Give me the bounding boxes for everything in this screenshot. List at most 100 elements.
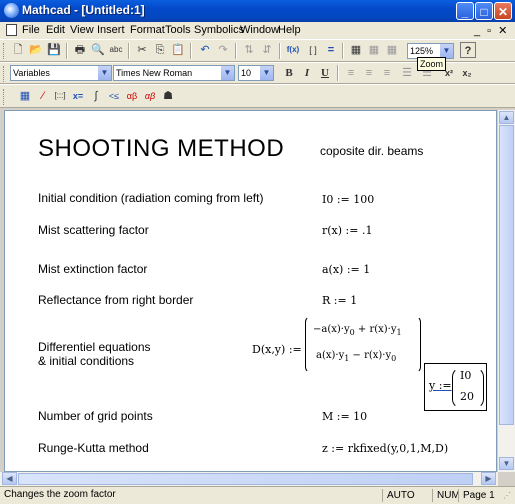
- label-differential-equations[interactable]: Differentiel equations & initial conditi…: [38, 340, 151, 368]
- math-reflectance[interactable]: R := 1: [322, 294, 357, 307]
- math-y-definition[interactable]: y :=: [429, 379, 452, 392]
- status-page: Page 1: [458, 489, 504, 502]
- align-center-icon[interactable]: ≡: [361, 65, 377, 81]
- align-across-icon[interactable]: ⇅: [241, 42, 257, 58]
- zoom-tooltip: Zoom: [417, 57, 447, 71]
- print-preview-icon[interactable]: 🔍: [90, 42, 106, 58]
- toolbar-separator: [128, 43, 130, 59]
- new-icon[interactable]: 🗋: [10, 42, 26, 58]
- worksheet-title[interactable]: SHOOTING METHOD: [38, 135, 284, 163]
- matrix-toolbar-icon[interactable]: [:::]: [52, 88, 68, 104]
- maximize-button[interactable]: □: [475, 2, 493, 20]
- menu-window[interactable]: Window: [240, 24, 279, 36]
- menu-symbolics[interactable]: Symbolics: [194, 24, 244, 36]
- undo-icon[interactable]: ↶: [197, 42, 213, 58]
- graph-toolbar-icon[interactable]: ⁄: [35, 88, 51, 104]
- label-reflectance[interactable]: Reflectance from right border: [38, 293, 193, 307]
- calculus-toolbar-icon[interactable]: ∫: [88, 88, 104, 104]
- toolbar-separator: [190, 43, 192, 59]
- horizontal-scrollbar[interactable]: ◀ ▶: [0, 472, 498, 486]
- align-down-icon[interactable]: ⇵: [259, 42, 275, 58]
- print-icon[interactable]: 🖶: [72, 42, 88, 58]
- open-icon[interactable]: 📂: [28, 42, 44, 58]
- calculate-icon[interactable]: =: [323, 42, 339, 58]
- label-grid-points[interactable]: Number of grid points: [38, 409, 153, 423]
- label-initial-condition[interactable]: Initial condition (radiation coming from…: [38, 191, 263, 205]
- worksheet-subtitle[interactable]: coposite dir. beams: [320, 144, 423, 158]
- resource-center-icon[interactable]: ▦: [366, 42, 382, 58]
- menu-help[interactable]: Help: [278, 24, 301, 36]
- y-vector-element-1[interactable]: 20: [460, 390, 474, 403]
- math-scattering[interactable]: r(x) := .1: [322, 224, 372, 237]
- worksheet[interactable]: SHOOTING METHOD coposite dir. beams Init…: [4, 110, 497, 472]
- vertical-scroll-thumb[interactable]: [499, 125, 514, 425]
- bullets-icon[interactable]: ☰: [399, 65, 415, 81]
- toolbar-grip[interactable]: [3, 43, 7, 59]
- resize-grip-icon[interactable]: ⋰: [503, 491, 513, 501]
- cut-icon[interactable]: ✂: [134, 42, 150, 58]
- italic-button[interactable]: I: [299, 65, 315, 81]
- hyperlink-icon[interactable]: ▦: [384, 42, 400, 58]
- toolbar-grip[interactable]: [3, 66, 7, 82]
- menu-file[interactable]: File: [22, 24, 40, 36]
- menu-insert[interactable]: Insert: [97, 24, 125, 36]
- evaluation-toolbar-icon[interactable]: x=: [70, 88, 86, 104]
- chevron-down-icon[interactable]: ▼: [440, 44, 453, 58]
- menu-format[interactable]: Format: [130, 24, 165, 36]
- matrix-d-row-2[interactable]: a(x)·y1 − r(x)·y0: [316, 350, 396, 363]
- font-value: Times New Roman: [116, 68, 193, 78]
- menu-edit[interactable]: Edit: [46, 24, 65, 36]
- insert-component-icon[interactable]: ▦: [348, 42, 364, 58]
- align-right-icon[interactable]: ≡: [379, 65, 395, 81]
- style-select[interactable]: Variables ▼: [10, 65, 112, 81]
- toolbar-grip[interactable]: [3, 89, 7, 105]
- scroll-up-icon[interactable]: ▲: [499, 111, 514, 124]
- align-left-icon[interactable]: ≡: [343, 65, 359, 81]
- symbolic-toolbar-icon[interactable]: ☗: [160, 88, 176, 104]
- math-extinction[interactable]: a(x) := 1: [322, 263, 370, 276]
- chevron-down-icon[interactable]: ▼: [221, 66, 234, 80]
- boolean-toolbar-icon[interactable]: <≤: [106, 88, 122, 104]
- menu-tools[interactable]: Tools: [165, 24, 191, 36]
- font-select[interactable]: Times New Roman ▼: [113, 65, 235, 81]
- menu-view[interactable]: View: [70, 24, 94, 36]
- insert-unit-icon[interactable]: [ ]: [305, 42, 321, 58]
- toolbar-separator: [342, 43, 344, 59]
- subscript-icon[interactable]: x₂: [459, 65, 475, 81]
- math-initial-condition[interactable]: I0 := 100: [322, 193, 374, 206]
- bold-button[interactable]: B: [281, 65, 297, 81]
- horizontal-scroll-thumb[interactable]: [18, 473, 473, 485]
- math-runge-kutta[interactable]: z := rkfixed(y,0,1,M,D): [322, 442, 448, 455]
- mathcad-app-icon[interactable]: [4, 3, 19, 18]
- calculator-toolbar-icon[interactable]: ▦: [17, 88, 33, 104]
- redo-icon[interactable]: ↷: [215, 42, 231, 58]
- help-icon[interactable]: ?: [460, 42, 476, 58]
- greek-toolbar-icon[interactable]: αβ: [142, 88, 158, 104]
- chevron-down-icon[interactable]: ▼: [260, 66, 273, 80]
- matrix-d-row-1[interactable]: −a(x)·y0 + r(x)·y1: [313, 324, 402, 337]
- font-size-select[interactable]: 10 ▼: [238, 65, 274, 81]
- y-vector-element-0[interactable]: I0: [460, 369, 471, 382]
- insert-function-icon[interactable]: f(x): [285, 42, 301, 58]
- chevron-down-icon[interactable]: ▼: [98, 66, 111, 80]
- mdi-window-controls[interactable]: _ ▫ ✕: [474, 24, 509, 37]
- scroll-left-icon[interactable]: ◀: [2, 472, 17, 485]
- label-runge-kutta[interactable]: Runge-Kutta method: [38, 441, 149, 455]
- save-icon[interactable]: 💾: [46, 42, 62, 58]
- close-button[interactable]: ✕: [494, 2, 512, 20]
- math-grid-points[interactable]: M := 10: [322, 410, 367, 423]
- title-bar[interactable]: Mathcad - [Untitled:1] _ □ ✕: [0, 0, 515, 22]
- minimize-button[interactable]: _: [456, 2, 474, 20]
- scroll-right-icon[interactable]: ▶: [481, 472, 496, 485]
- math-differential-equations[interactable]: D(x,y) :=: [252, 343, 302, 356]
- document-icon[interactable]: [6, 24, 17, 36]
- paste-icon[interactable]: 📋: [170, 42, 186, 58]
- programming-toolbar-icon[interactable]: αβ: [124, 88, 140, 104]
- spell-check-icon[interactable]: abc: [108, 42, 124, 58]
- underline-button[interactable]: U: [317, 65, 333, 81]
- vertical-scrollbar[interactable]: ▲ ▼: [498, 110, 515, 472]
- label-scattering[interactable]: Mist scattering factor: [38, 223, 149, 237]
- scroll-down-icon[interactable]: ▼: [499, 457, 514, 470]
- copy-icon[interactable]: ⎘: [152, 42, 168, 58]
- label-extinction[interactable]: Mist extinction factor: [38, 262, 147, 276]
